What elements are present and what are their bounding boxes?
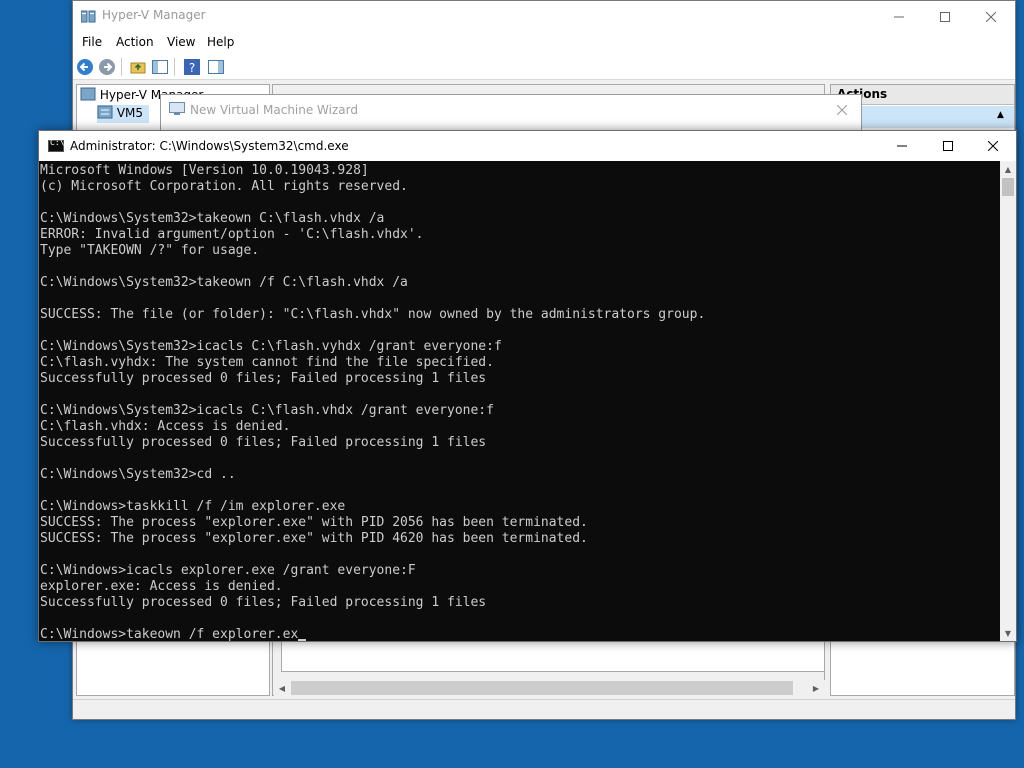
cmd-window: C:\ Administrator: C:\Windows\System32\c… <box>38 130 1017 642</box>
minimize-icon <box>897 145 907 147</box>
vertical-scrollbar[interactable]: ▲ ▼ <box>1000 161 1016 641</box>
minimize-icon <box>894 16 904 17</box>
show-hide-action-pane-icon[interactable] <box>207 58 225 76</box>
cmd-title: Administrator: C:\Windows\System32\cmd.e… <box>70 139 349 153</box>
menu-file[interactable]: File <box>82 35 102 49</box>
server-icon <box>80 87 96 101</box>
console-line: SUCCESS: The file (or folder): "C:\flash… <box>40 307 706 322</box>
vertical-scroll-thumb[interactable] <box>1002 178 1014 196</box>
tree-node-label: VM5 <box>116 106 144 120</box>
console-line: Type "TAKEOWN /?" for usage. <box>40 243 260 258</box>
up-folder-icon[interactable] <box>129 58 147 76</box>
console-line: SUCCESS: The process "explorer.exe" with… <box>40 515 588 530</box>
console-line: C:\Windows\System32>icacls C:\flash.vyhd… <box>40 339 502 354</box>
hyperv-title: Hyper-V Manager <box>102 8 206 22</box>
svg-text:?: ? <box>189 61 195 75</box>
forward-arrow-icon[interactable] <box>98 58 116 76</box>
console-line: Microsoft Windows [Version 10.0.19043.92… <box>40 163 369 178</box>
console-line: C:\Windows\System32>icacls C:\flash.vhdx… <box>40 403 494 418</box>
horizontal-scrollbar[interactable]: ◀ ▶ <box>274 680 825 696</box>
console-line: SUCCESS: The process "explorer.exe" with… <box>40 531 588 546</box>
scroll-down-icon[interactable]: ▼ <box>1000 625 1016 641</box>
back-arrow-icon[interactable] <box>76 58 94 76</box>
console-line: C:\Windows>icacls explorer.exe /grant ev… <box>40 563 416 578</box>
console-output[interactable]: Microsoft Windows [Version 10.0.19043.92… <box>39 161 1000 641</box>
maximize-icon <box>940 11 950 22</box>
console-line: C:\Windows>takeown /f explorer.ex <box>40 627 1000 641</box>
console-line: Successfully processed 0 files; Failed p… <box>40 595 487 610</box>
horizontal-scroll-thumb[interactable] <box>291 681 793 695</box>
console-line: C:\Windows\System32>cd .. <box>40 467 236 482</box>
tree-item-vm5[interactable]: VM5 <box>97 105 149 123</box>
console-line: (c) Microsoft Corporation. All rights re… <box>40 179 408 194</box>
close-icon <box>986 11 996 22</box>
hyperv-app-icon <box>81 10 96 23</box>
hyperv-statusbar <box>73 699 1015 719</box>
hyperv-titlebar: Hyper-V Manager <box>73 1 1015 32</box>
wizard-close-button[interactable] <box>825 95 859 125</box>
hyperv-toolbar: ? <box>73 54 1015 80</box>
hyperv-minimize-button[interactable] <box>876 1 922 32</box>
console-line: Successfully processed 0 files; Failed p… <box>40 435 487 450</box>
console-line: C:\Windows\System32>takeown C:\flash.vhd… <box>40 211 385 226</box>
menu-view[interactable]: View <box>167 35 195 49</box>
console-line: Successfully processed 0 files; Failed p… <box>40 371 487 386</box>
cmd-app-icon: C:\ <box>48 138 64 152</box>
toolbar-separator <box>121 58 122 76</box>
hyperv-close-button[interactable] <box>968 1 1014 32</box>
console-line: explorer.exe: Access is denied. <box>40 579 283 594</box>
show-hide-tree-icon[interactable] <box>151 58 169 76</box>
console-line: C:\Windows>taskkill /f /im explorer.exe <box>40 499 346 514</box>
cmd-titlebar: C:\ Administrator: C:\Windows\System32\c… <box>39 131 1016 161</box>
cmd-maximize-button[interactable] <box>925 131 971 161</box>
toolbar-separator <box>174 58 175 76</box>
cmd-close-button[interactable] <box>970 131 1016 161</box>
scroll-right-icon[interactable]: ▶ <box>808 680 824 696</box>
hyperv-menubar: File Action View Help <box>73 32 1015 54</box>
wizard-title: New Virtual Machine Wizard <box>190 103 358 117</box>
console-line: ERROR: Invalid argument/option - 'C:\fla… <box>40 227 424 242</box>
scroll-up-icon[interactable]: ▲ <box>1000 161 1016 177</box>
console-line: C:\flash.vyhdx: The system cannot find t… <box>40 355 494 370</box>
server-icon <box>97 105 113 119</box>
close-icon <box>988 141 998 151</box>
scroll-left-icon[interactable]: ◀ <box>274 680 290 696</box>
maximize-icon <box>943 141 953 151</box>
close-icon <box>837 105 847 115</box>
console-line: C:\Windows\System32>takeown /f C:\flash.… <box>40 275 408 290</box>
help-icon[interactable]: ? <box>183 58 201 76</box>
text-cursor <box>298 639 307 641</box>
wizard-app-icon <box>169 102 185 115</box>
cmd-minimize-button[interactable] <box>879 131 925 161</box>
menu-action[interactable]: Action <box>116 35 154 49</box>
console-line: C:\flash.vhdx: Access is denied. <box>40 419 291 434</box>
menu-help[interactable]: Help <box>207 35 234 49</box>
collapse-arrow-icon[interactable]: ▲ <box>997 110 1004 120</box>
hyperv-maximize-button[interactable] <box>922 1 968 32</box>
